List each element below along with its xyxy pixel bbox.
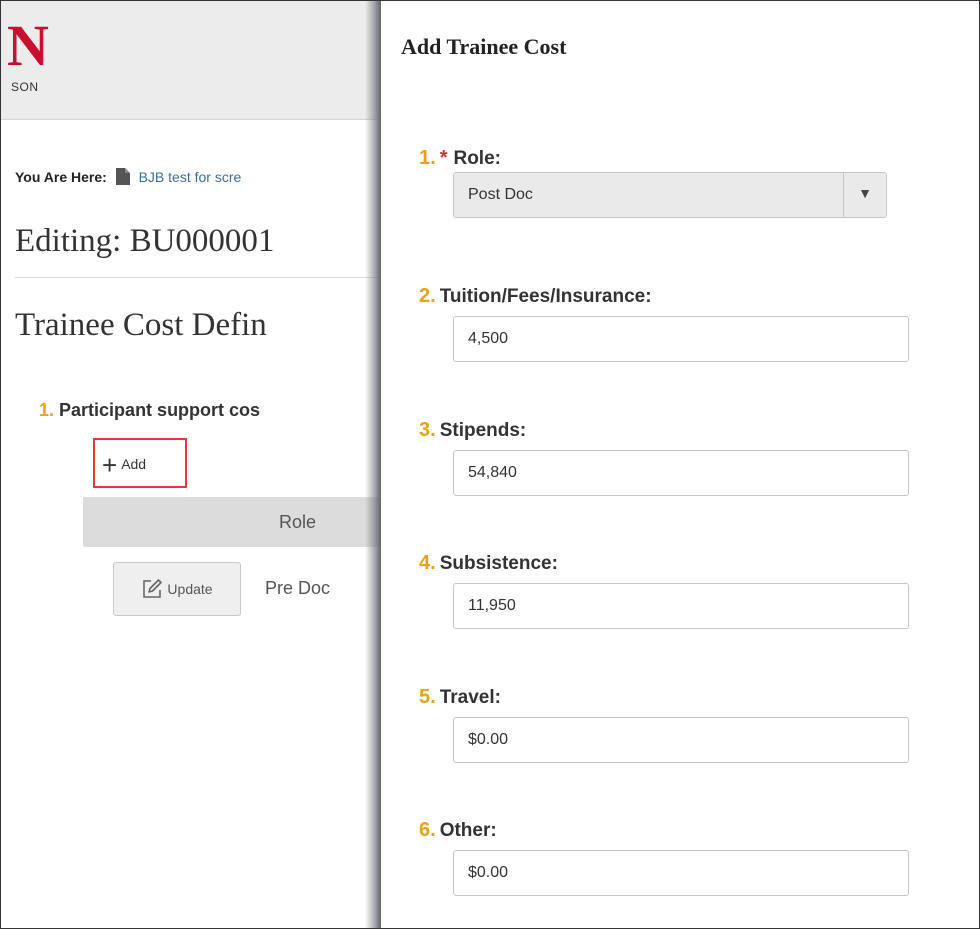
update-button[interactable]: Update [113, 562, 241, 616]
panel-title: Add Trainee Cost [401, 34, 567, 59]
stipends-input[interactable] [453, 450, 909, 496]
required-marker: * [439, 147, 448, 169]
subsistence-label: 4. Subsistence: [419, 552, 558, 576]
travel-label: 5. Travel: [419, 686, 501, 710]
stipends-field: 3. Stipends: [419, 419, 909, 496]
field-number: 4. [419, 552, 436, 574]
add-button-label: Add [121, 456, 147, 472]
travel-field: 5. Travel: [419, 686, 909, 763]
edit-icon [143, 579, 163, 598]
field-label-text: Role: [453, 148, 501, 169]
breadcrumb: You Are Here: BJB test for scre [15, 167, 241, 186]
logo-subtext: SON [11, 80, 39, 94]
subsistence-input[interactable] [453, 583, 909, 629]
other-field: 6. Other: [419, 819, 909, 896]
add-button[interactable]: + Add [102, 450, 146, 481]
stipends-label: 3. Stipends: [419, 419, 526, 443]
field-number: 1. [419, 147, 436, 169]
document-icon [115, 167, 131, 186]
other-label: 6. Other: [419, 819, 497, 843]
role-select[interactable]: Post Doc ▼ [453, 172, 887, 218]
add-trainee-cost-panel: Add Trainee Cost 1. * Role: Post Doc ▼ 2. T… [381, 1, 979, 928]
table-row-role: Pre Doc [265, 578, 331, 598]
logo: N [7, 13, 49, 78]
item-label: Participant support cos [59, 400, 261, 420]
travel-input[interactable] [453, 717, 909, 763]
breadcrumb-link[interactable]: BJB test for scre [139, 169, 242, 185]
field-label-text: Subsistence: [439, 553, 558, 574]
caret-down-icon[interactable]: ▼ [858, 185, 872, 201]
column-header-role: Role [279, 512, 317, 532]
page-title: Editing: BU000001 [15, 223, 275, 259]
select-divider [843, 173, 844, 217]
field-number: 6. [419, 819, 436, 841]
field-number: 3. [419, 419, 436, 441]
plus-icon: + [102, 450, 118, 480]
participant-support-heading: 1. Participant support cos [39, 400, 260, 421]
field-number: 5. [419, 686, 436, 708]
panel-shadow [365, 1, 381, 928]
update-button-label: Update [167, 581, 213, 597]
field-number: 2. [419, 285, 436, 307]
item-number: 1. [39, 400, 55, 420]
role-select-value: Post Doc [468, 186, 533, 203]
other-input[interactable] [453, 850, 909, 896]
field-label-text: Other: [439, 820, 497, 841]
tuition-label: 2. Tuition/Fees/Insurance: [419, 285, 652, 309]
window: N SON You Are Here: BJB test for scre Ed… [0, 0, 980, 929]
role-field: 1. * Role: Post Doc ▼ [419, 147, 887, 218]
subsistence-field: 4. Subsistence: [419, 552, 909, 629]
grid-header: Role [83, 497, 381, 547]
divider [15, 277, 381, 278]
site-header: N SON [1, 1, 381, 120]
field-label-text: Travel: [439, 687, 501, 708]
role-label: 1. * Role: [419, 147, 501, 171]
field-label-text: Tuition/Fees/Insurance: [439, 286, 652, 307]
section-title: Trainee Cost Defin [15, 307, 267, 343]
tuition-field: 2. Tuition/Fees/Insurance: [419, 285, 909, 362]
field-label-text: Stipends: [439, 420, 527, 441]
add-button-highlight: + Add [93, 438, 187, 488]
tuition-input[interactable] [453, 316, 909, 362]
breadcrumb-label: You Are Here: [15, 169, 107, 185]
